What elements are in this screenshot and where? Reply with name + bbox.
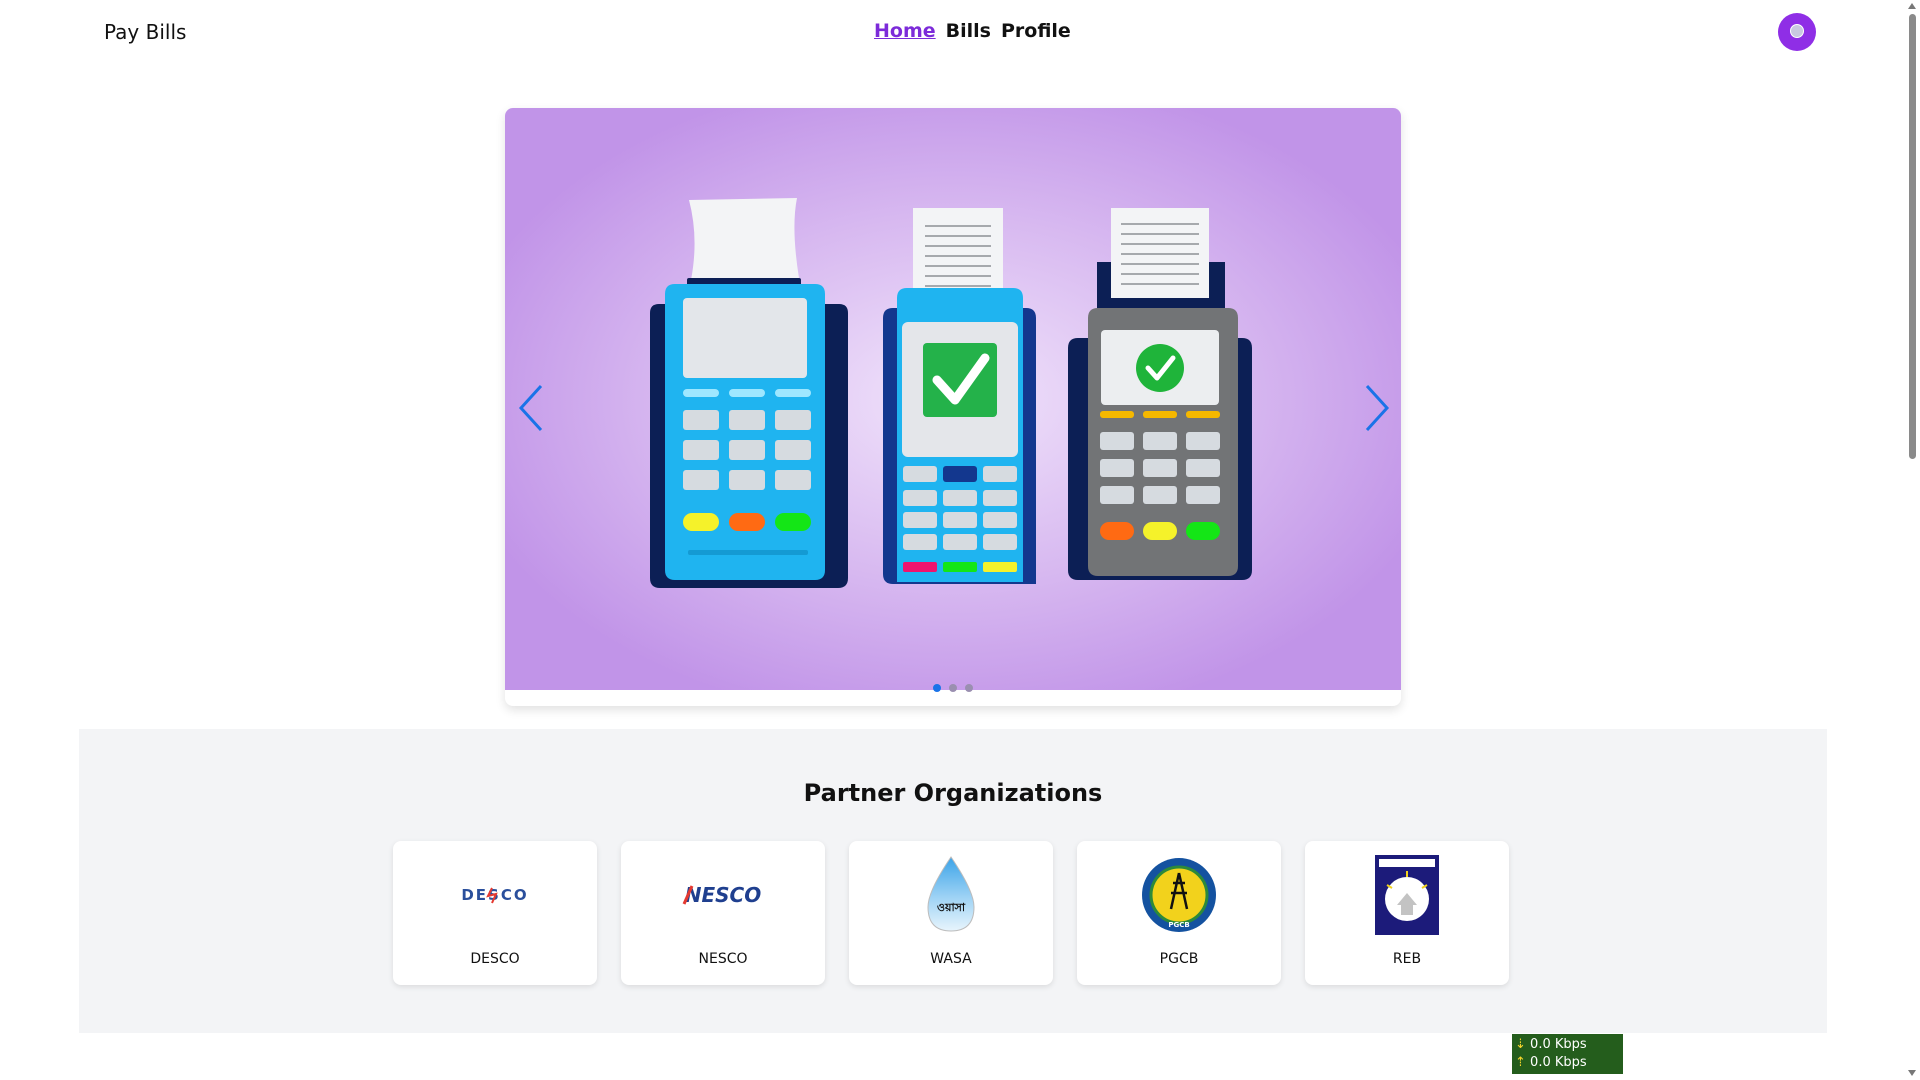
download-speed: ⇣ 0.0 Kbps	[1515, 1036, 1623, 1054]
avatar-image	[1790, 24, 1804, 38]
carousel-dot-2[interactable]	[949, 684, 957, 692]
chevron-left-icon[interactable]	[513, 378, 553, 438]
network-speed-meter: ⇣ 0.0 Kbps ⇡ 0.0 Kbps	[1512, 1034, 1623, 1074]
partner-card-reb[interactable]: REB	[1305, 841, 1509, 985]
carousel-dot-1[interactable]	[933, 684, 941, 692]
scroll-down-icon[interactable]	[1908, 1070, 1916, 1076]
partner-cards: DESCO DESCO NESCO NESCO ওয়াসা WASA PGCB…	[393, 841, 1509, 985]
nav-link-profile[interactable]: Profile	[1001, 20, 1071, 42]
partner-card-desco[interactable]: DESCO DESCO	[393, 841, 597, 985]
desco-logo-icon: DESCO	[393, 855, 597, 935]
hero-carousel	[505, 108, 1401, 706]
partner-name: WASA	[930, 951, 972, 967]
carousel-slide	[505, 108, 1401, 692]
partner-card-wasa[interactable]: ওয়াসা WASA	[849, 841, 1053, 985]
partners-title: Partner Organizations	[803, 779, 1103, 807]
partner-name: PGCB	[1159, 951, 1199, 967]
terminal-center-icon	[883, 208, 1036, 584]
partner-name: NESCO	[698, 951, 748, 967]
nesco-logo-icon: NESCO	[621, 855, 825, 935]
svg-text:PGCB: PGCB	[1168, 921, 1189, 929]
upload-speed-value: 0.0 Kbps	[1530, 1055, 1587, 1070]
terminal-gray-icon	[1068, 208, 1252, 580]
carousel-dot-3[interactable]	[965, 684, 973, 692]
pgcb-logo-icon: PGCB	[1077, 855, 1281, 935]
download-arrow-icon: ⇣	[1515, 1037, 1526, 1052]
svg-text:ওয়াসা: ওয়াসা	[937, 901, 966, 914]
nav-links: Home Bills Profile	[874, 20, 1071, 42]
partner-name: REB	[1392, 951, 1422, 967]
scrollbar-thumb[interactable]	[1909, 14, 1916, 459]
navbar: Pay Bills Home Bills Profile	[0, 0, 1905, 66]
upload-speed: ⇡ 0.0 Kbps	[1515, 1054, 1623, 1072]
partners-section: Partner Organizations DESCO DESCO NESCO …	[79, 729, 1827, 1033]
upload-arrow-icon: ⇡	[1515, 1055, 1526, 1070]
nav-link-bills[interactable]: Bills	[946, 20, 991, 42]
wasa-water-drop-icon: ওয়াসা	[849, 855, 1053, 935]
carousel-indicators	[933, 684, 973, 692]
chevron-right-icon[interactable]	[1355, 378, 1395, 438]
reb-logo-icon	[1305, 855, 1509, 935]
payment-terminals-illustration	[650, 198, 1252, 588]
page-scrollbar[interactable]	[1905, 0, 1920, 1080]
brand-title[interactable]: Pay Bills	[104, 20, 186, 44]
terminal-blue-icon	[650, 198, 848, 588]
download-speed-value: 0.0 Kbps	[1530, 1037, 1587, 1052]
partner-name: DESCO	[470, 951, 520, 967]
nav-link-home[interactable]: Home	[874, 20, 936, 42]
svg-text:NESCO: NESCO	[685, 883, 761, 907]
user-avatar-icon[interactable]	[1778, 13, 1816, 51]
scroll-up-icon[interactable]	[1908, 3, 1916, 9]
partner-card-pgcb[interactable]: PGCB PGCB	[1077, 841, 1281, 985]
partner-card-nesco[interactable]: NESCO NESCO	[621, 841, 825, 985]
